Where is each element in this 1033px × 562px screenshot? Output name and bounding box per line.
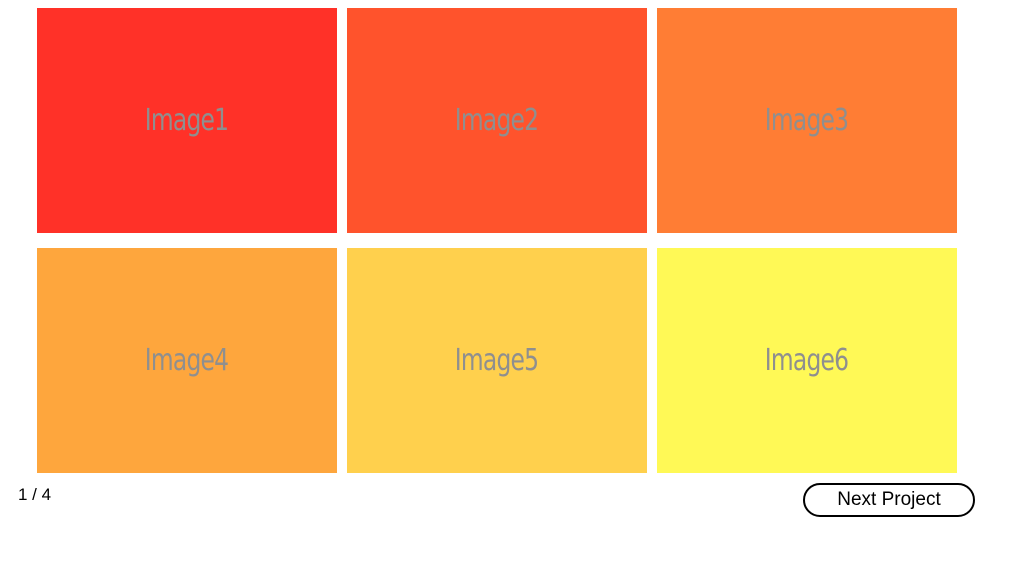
image-tile-5[interactable]: Image5 bbox=[347, 248, 647, 473]
page-counter: 1 / 4 bbox=[18, 485, 52, 504]
image-tile-label: Image3 bbox=[765, 103, 849, 138]
image-tile-label: Image2 bbox=[455, 103, 539, 138]
image-tile-label: Image4 bbox=[145, 343, 229, 378]
image-tile-4[interactable]: Image4 bbox=[37, 248, 337, 473]
image-tile-6[interactable]: Image6 bbox=[657, 248, 957, 473]
image-tile-3[interactable]: Image3 bbox=[657, 8, 957, 233]
image-tile-2[interactable]: Image2 bbox=[347, 8, 647, 233]
image-tile-1[interactable]: Image1 bbox=[37, 8, 337, 233]
image-tile-label: Image5 bbox=[455, 343, 539, 378]
next-project-button[interactable]: Next Project bbox=[803, 483, 975, 517]
image-tile-label: Image6 bbox=[765, 343, 849, 378]
image-tile-label: Image1 bbox=[145, 103, 229, 138]
image-grid: Image1 Image2 Image3 Image4 Image5 Image… bbox=[37, 8, 957, 473]
